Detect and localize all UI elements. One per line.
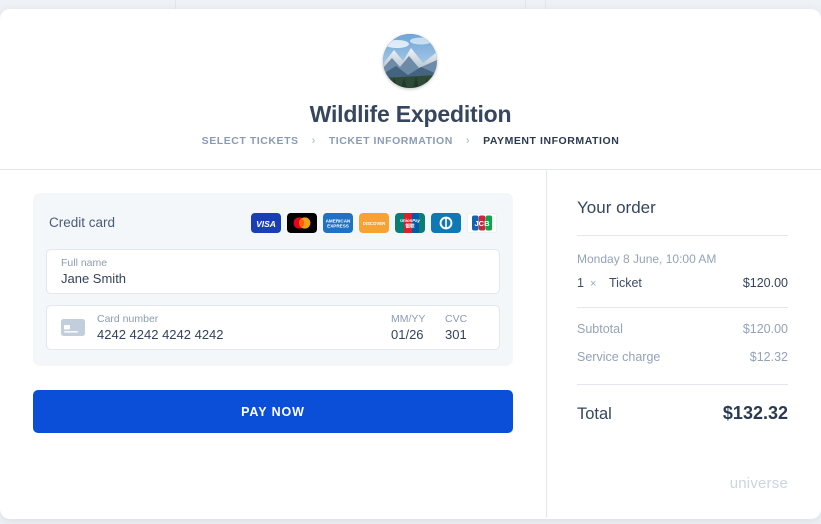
checkout-body: Credit card VISA AMERICAN EXPRESS DISCOV… (0, 170, 821, 518)
svg-text:DISCOVER: DISCOVER (363, 220, 386, 225)
credit-card-panel: Credit card VISA AMERICAN EXPRESS DISCOV… (33, 193, 513, 366)
cvc-label: CVC (445, 313, 468, 325)
event-avatar (383, 34, 437, 88)
jcb-icon: JCB (467, 212, 497, 233)
full-name-field-inner: Full name Jane Smith (61, 257, 485, 286)
event-title: Wildlife Expedition (309, 101, 512, 127)
card-details-field[interactable]: Card number 4242 4242 4242 4242 MM/YY 01… (46, 305, 500, 350)
unionpay-icon: UnionPay 银联 (395, 212, 425, 233)
full-name-input[interactable]: Jane Smith (61, 271, 485, 286)
svg-text:VISA: VISA (256, 219, 276, 229)
order-summary-title: Your order (577, 198, 656, 217)
checkout-modal: Wildlife Expedition SELECT TICKETS › TIC… (0, 9, 821, 519)
order-date: Monday 8 June, 10:00 AM (577, 252, 717, 266)
discover-icon: DISCOVER (359, 212, 389, 233)
expiry-label: MM/YY (391, 313, 426, 325)
cvc-wrap: CVC 301 (445, 313, 485, 342)
expiry-wrap: MM/YY 01/26 (391, 313, 445, 342)
breadcrumb-step-payment-information[interactable]: PAYMENT INFORMATION (483, 135, 619, 147)
credit-card-icon (61, 319, 85, 336)
card-number-wrap: Card number 4242 4242 4242 4242 (97, 313, 391, 342)
visa-icon: VISA (251, 212, 281, 233)
multiply-icon: × (590, 278, 597, 290)
svg-text:UnionPay: UnionPay (400, 218, 420, 223)
svg-text:JCB: JCB (474, 219, 490, 228)
pay-now-button[interactable]: PAY NOW (33, 390, 513, 433)
breadcrumb: SELECT TICKETS › TICKET INFORMATION › PA… (0, 135, 821, 147)
total-amount: $132.32 (722, 403, 788, 423)
subtotal-label: Subtotal (577, 322, 623, 336)
expiry-input[interactable]: 01/26 (391, 327, 445, 342)
credit-card-label: Credit card (49, 215, 116, 230)
universe-logo: universe (729, 475, 788, 492)
full-name-label: Full name (61, 257, 108, 269)
order-item-row: 1 × Ticket $120.00 (577, 276, 788, 290)
breadcrumb-step-ticket-information[interactable]: TICKET INFORMATION (329, 135, 453, 147)
subtotal-amount: $120.00 (742, 322, 788, 336)
order-item-name: Ticket (609, 276, 642, 290)
payment-form-panel: Credit card VISA AMERICAN EXPRESS DISCOV… (0, 170, 546, 518)
total-row: Total $132.32 (577, 403, 788, 424)
divider (577, 235, 788, 236)
mastercard-icon (287, 212, 317, 233)
subtotal-row: Subtotal $120.00 (577, 322, 788, 336)
order-item-amount: $120.00 (742, 276, 788, 290)
service-charge-amount: $12.32 (749, 350, 788, 364)
service-charge-row: Service charge $12.32 (577, 350, 788, 364)
total-label: Total (577, 405, 612, 423)
card-number-label: Card number (97, 313, 159, 325)
credit-card-header: Credit card VISA AMERICAN EXPRESS DISCOV… (46, 207, 500, 238)
accepted-card-brands: VISA AMERICAN EXPRESS DISCOVER UnionPay … (251, 212, 497, 233)
order-item-quantity: 1 (577, 276, 584, 290)
breadcrumb-step-select-tickets[interactable]: SELECT TICKETS (202, 135, 299, 147)
american-express-icon: AMERICAN EXPRESS (323, 212, 353, 233)
full-name-field[interactable]: Full name Jane Smith (46, 249, 500, 294)
checkout-header: Wildlife Expedition SELECT TICKETS › TIC… (0, 9, 821, 170)
svg-text:银联: 银联 (404, 222, 415, 229)
chevron-right-icon: › (311, 135, 316, 147)
divider (577, 384, 788, 385)
divider (577, 307, 788, 308)
diners-club-icon (431, 212, 461, 233)
chevron-right-icon: › (465, 135, 471, 147)
card-number-input[interactable]: 4242 4242 4242 4242 (97, 327, 391, 342)
order-summary-panel: Your order Monday 8 June, 10:00 AM 1 × T… (546, 170, 821, 518)
cvc-input[interactable]: 301 (445, 327, 485, 342)
svg-text:EXPRESS: EXPRESS (327, 223, 349, 228)
service-charge-label: Service charge (577, 350, 661, 364)
